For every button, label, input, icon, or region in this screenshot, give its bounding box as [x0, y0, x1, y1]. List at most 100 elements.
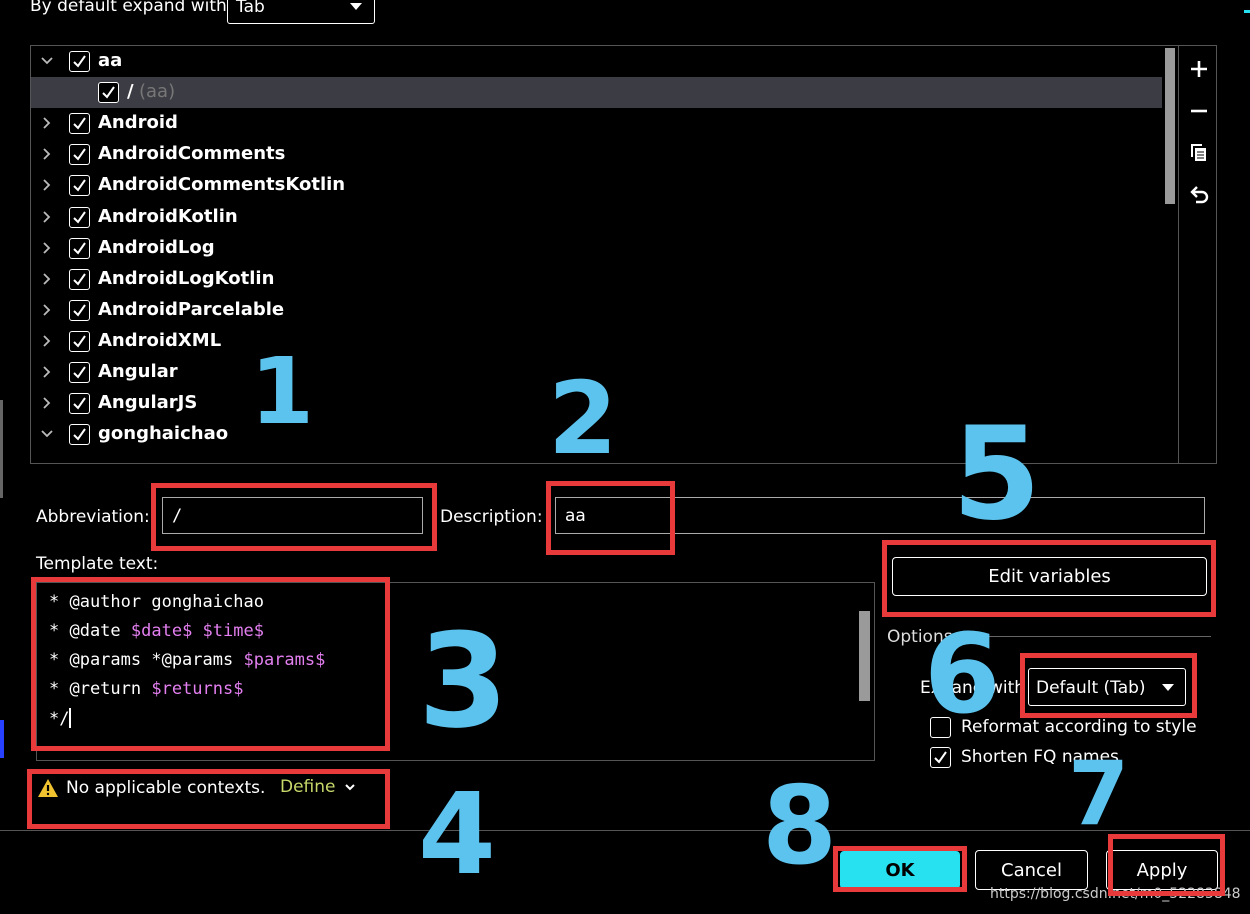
- tree-row[interactable]: AndroidLogKotlin: [31, 264, 1162, 295]
- tree-row[interactable]: Android: [31, 108, 1162, 139]
- tree-row[interactable]: AndroidCommentsKotlin: [31, 170, 1162, 201]
- description-label: Description:: [440, 507, 543, 527]
- tree-row[interactable]: aa: [31, 46, 1162, 77]
- tree-row-label: AndroidLog: [98, 237, 215, 258]
- options-divider: [955, 636, 1211, 637]
- chevron-down-icon: [350, 3, 362, 10]
- right-edge-accent: [1244, 10, 1250, 13]
- plus-icon[interactable]: [1188, 58, 1210, 80]
- tree-row-checkbox[interactable]: [69, 362, 90, 383]
- template-line: */: [49, 708, 72, 729]
- tree-row[interactable]: AndroidKotlin: [31, 202, 1162, 233]
- tree-row-checkbox[interactable]: [69, 238, 90, 259]
- abbreviation-label: Abbreviation:: [36, 507, 150, 527]
- checkmark-icon: [73, 148, 86, 161]
- shorten-fq-checkbox[interactable]: [930, 747, 951, 768]
- expand-with-select[interactable]: Default (Tab): [1028, 668, 1186, 706]
- reformat-label: Reformat according to style: [961, 717, 1197, 737]
- chevron-down-icon: [345, 784, 355, 791]
- tree-row-label: AndroidXML: [98, 330, 222, 351]
- checkmark-icon: [73, 428, 86, 441]
- annotation-digit-8: 8: [762, 764, 838, 889]
- chevron-right-icon[interactable]: [40, 210, 54, 224]
- tree-row[interactable]: Angular: [31, 357, 1162, 388]
- tree-row[interactable]: AndroidParcelable: [31, 295, 1162, 326]
- template-text-editor[interactable]: * @author gonghaichao * @date $date$ $tim…: [36, 582, 875, 761]
- tree-row-label: AndroidCommentsKotlin: [98, 174, 346, 195]
- chevron-right-icon[interactable]: [40, 365, 54, 379]
- checkmark-icon: [934, 751, 947, 764]
- tree-row-checkbox[interactable]: [69, 393, 90, 414]
- template-tree[interactable]: gonghaichao AngularJS Angular AndroidXML And…: [30, 45, 1217, 464]
- tree-row-checkbox[interactable]: [69, 175, 90, 196]
- tree-row-checkbox[interactable]: [98, 82, 119, 103]
- tree-row-label: AndroidKotlin: [98, 206, 238, 227]
- text-cursor: [69, 708, 72, 728]
- edit-variables-button[interactable]: Edit variables: [892, 557, 1207, 596]
- tree-row-checkbox[interactable]: [69, 113, 90, 134]
- tree-row-checkbox[interactable]: [69, 144, 90, 165]
- checkmark-icon: [73, 179, 86, 192]
- tree-row-checkbox[interactable]: [69, 424, 90, 445]
- cancel-button[interactable]: Cancel: [975, 850, 1088, 890]
- tree-row[interactable]: AndroidLog: [31, 233, 1162, 264]
- define-context-link[interactable]: Define: [280, 777, 356, 797]
- chevron-down-icon[interactable]: [40, 427, 54, 441]
- copy-icon[interactable]: [1188, 142, 1210, 164]
- warning-icon: [38, 779, 58, 797]
- ok-button[interactable]: OK: [840, 851, 960, 889]
- checkmark-icon: [73, 335, 86, 348]
- tree-row[interactable]: gonghaichao: [31, 419, 1162, 450]
- checkmark-icon: [73, 366, 86, 379]
- tree-row[interactable]: / (aa): [31, 77, 1162, 108]
- tree-row[interactable]: AngularJS: [31, 388, 1162, 419]
- chevron-right-icon[interactable]: [40, 272, 54, 286]
- shorten-fq-label: Shorten FQ names: [961, 747, 1119, 767]
- template-scrollbar-thumb[interactable]: [859, 611, 870, 701]
- context-warning-text: No applicable contexts.: [66, 778, 266, 798]
- chevron-right-icon[interactable]: [40, 178, 54, 192]
- tree-row-label: Android: [98, 112, 178, 133]
- checkmark-icon: [73, 211, 86, 224]
- chevron-right-icon[interactable]: [40, 396, 54, 410]
- abbreviation-input[interactable]: /: [162, 497, 423, 534]
- tree-row-checkbox[interactable]: [69, 269, 90, 290]
- tree-toolbar: [1178, 46, 1216, 463]
- tree-row-label: aa: [98, 50, 123, 71]
- footer-divider: [0, 830, 1250, 831]
- chevron-right-icon[interactable]: [40, 147, 54, 161]
- template-line: * @author gonghaichao: [49, 592, 264, 612]
- tree-row-checkbox[interactable]: [69, 207, 90, 228]
- apply-button[interactable]: Apply: [1106, 850, 1218, 890]
- chevron-right-icon[interactable]: [40, 303, 54, 317]
- tree-row-checkbox[interactable]: [69, 331, 90, 352]
- tree-scrollbar-thumb[interactable]: [1165, 48, 1175, 204]
- edit-variables-label: Edit variables: [988, 566, 1111, 587]
- tree-row-checkbox[interactable]: [69, 300, 90, 321]
- left-edge-marker: [0, 400, 3, 498]
- checkmark-icon: [73, 397, 86, 410]
- chevron-right-icon[interactable]: [40, 241, 54, 255]
- description-input[interactable]: aa: [555, 497, 1205, 534]
- chevron-down-icon: [1162, 684, 1174, 691]
- tree-row-checkbox[interactable]: [69, 51, 90, 72]
- revert-icon[interactable]: [1188, 184, 1210, 206]
- checkmark-icon: [73, 273, 86, 286]
- tree-row[interactable]: AndroidComments: [31, 139, 1162, 170]
- minus-icon[interactable]: [1188, 100, 1210, 122]
- tree-row-label: AndroidComments: [98, 143, 286, 164]
- abbreviation-value: /: [172, 506, 183, 526]
- tree-row-label: AndroidLogKotlin: [98, 268, 275, 289]
- expand-with-value: Default (Tab): [1036, 678, 1146, 698]
- tree-row[interactable]: AndroidXML: [31, 326, 1162, 357]
- annotation-digit-4: 4: [418, 770, 496, 900]
- chevron-right-icon[interactable]: [40, 116, 54, 130]
- tree-row-label: AngularJS: [98, 392, 198, 413]
- description-value: aa: [565, 506, 586, 526]
- chevron-right-icon[interactable]: [40, 334, 54, 348]
- checkmark-icon: [102, 86, 115, 99]
- expand-default-select[interactable]: Tab: [227, 0, 375, 24]
- watermark-text: https://blog.csdn.net/m0_52283848: [990, 886, 1241, 902]
- chevron-down-icon[interactable]: [40, 54, 54, 68]
- reformat-checkbox[interactable]: [930, 717, 951, 738]
